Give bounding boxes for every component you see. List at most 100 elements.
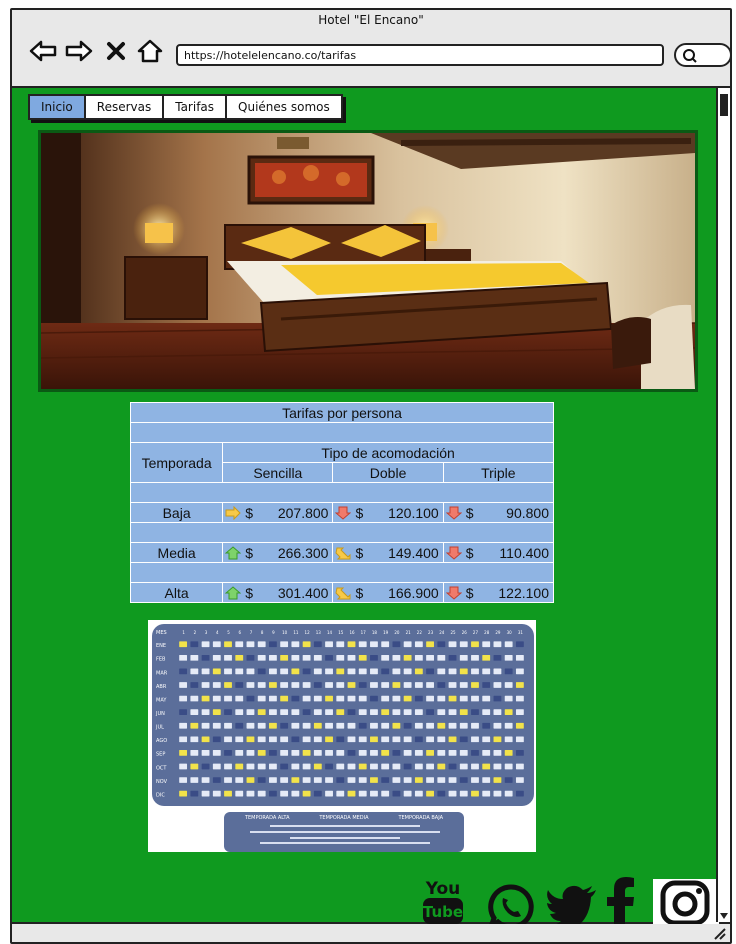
browser-toolbar: https://hotelelencano.co/tarifas xyxy=(12,36,732,72)
calendar-day-cell xyxy=(515,682,524,688)
search-field[interactable] xyxy=(674,43,732,67)
calendar-day-number: 28 xyxy=(484,630,490,635)
calendar-day-cell xyxy=(224,654,232,661)
home-icon[interactable] xyxy=(136,38,164,64)
tab-quienes-somos[interactable]: Quiénes somos xyxy=(227,96,341,118)
calendar-day-cell xyxy=(190,736,199,743)
calendar-day-cell xyxy=(325,722,333,729)
calendar-day-cell xyxy=(403,790,412,797)
calendar-day-cell xyxy=(212,654,221,661)
calendar-day-cell xyxy=(426,682,434,688)
col-temporada: Temporada xyxy=(129,442,224,483)
calendar-day-number: 19 xyxy=(383,630,389,635)
vertical-scrollbar[interactable] xyxy=(716,88,730,922)
currency: $ xyxy=(245,544,253,561)
calendar-day-cell xyxy=(347,668,356,675)
calendar-day-cell xyxy=(246,682,255,688)
calendar-day-cell xyxy=(426,695,434,702)
calendar-day-cell xyxy=(179,682,188,688)
calendar-day-cell xyxy=(179,709,188,715)
calendar-day-cell xyxy=(504,695,513,702)
scroll-thumb[interactable] xyxy=(720,94,728,116)
calendar-day-cell xyxy=(504,750,513,756)
diagonal-arrow-icon xyxy=(335,587,351,599)
calendar-day-cell xyxy=(381,695,390,702)
calendar-day-cell xyxy=(392,668,401,675)
calendar-day-cell xyxy=(370,790,378,797)
tab-tarifas[interactable]: Tarifas xyxy=(164,96,228,118)
calendar-day-cell xyxy=(403,695,412,702)
calendar-day-cell xyxy=(201,722,210,729)
calendar-day-cell xyxy=(190,790,199,797)
calendar-day-cell xyxy=(482,654,491,661)
price-cell: $166.900 xyxy=(332,582,444,603)
tab-inicio[interactable]: Inicio xyxy=(30,96,86,118)
calendar-day-cell xyxy=(358,695,367,702)
url-input[interactable]: https://hotelelencano.co/tarifas xyxy=(176,44,664,66)
calendar-day-number: 26 xyxy=(462,630,468,635)
scroll-down-icon[interactable] xyxy=(719,912,729,920)
calendar-day-number: 23 xyxy=(428,630,434,635)
stop-x-icon[interactable] xyxy=(104,38,128,64)
calendar-day-cell xyxy=(280,682,289,688)
calendar-day-cell xyxy=(504,709,513,715)
calendar-day-cell xyxy=(302,641,311,648)
price-cell: $266.300 xyxy=(222,542,334,563)
forward-arrow-icon[interactable] xyxy=(64,38,94,64)
calendar-day-cell xyxy=(201,763,210,770)
resize-grip-icon[interactable] xyxy=(712,926,726,940)
calendar-month-label: NOV xyxy=(156,779,168,785)
calendar-day-number: 27 xyxy=(473,630,479,635)
calendar-day-cell xyxy=(459,668,468,675)
calendar-day-cell xyxy=(302,682,311,688)
calendar-day-cell xyxy=(370,722,378,729)
calendar-day-cell xyxy=(515,668,524,675)
calendar-day-cell xyxy=(471,777,479,783)
calendar-day-cell xyxy=(190,641,199,648)
calendar-day-cell xyxy=(235,763,244,770)
currency: $ xyxy=(465,504,474,521)
calendar-day-cell xyxy=(448,654,457,661)
calendar-day-cell xyxy=(347,641,356,648)
calendar-day-cell xyxy=(426,654,434,661)
calendar-day-cell xyxy=(212,641,221,648)
tab-reservas[interactable]: Reservas xyxy=(85,96,165,118)
calendar-day-number: 8 xyxy=(261,630,264,635)
calendar-grid: MES 1 2 3 4 5 6 7 8 9 10 11 12 13 14 15 16 17 18 19 20 21 22 23… xyxy=(152,624,534,806)
calendar-day-cell xyxy=(179,763,188,770)
calendar-day-cell xyxy=(426,722,434,729)
calendar-day-number: 10 xyxy=(282,630,288,635)
calendar-day-cell xyxy=(325,668,333,675)
calendar-day-cell xyxy=(179,750,188,756)
youtube-icon[interactable]: You Tube xyxy=(420,876,466,930)
calendar-header: MES xyxy=(156,630,167,636)
calendar-day-cell xyxy=(403,682,412,688)
calendar-day-number: 16 xyxy=(349,630,355,635)
calendar-day-cell xyxy=(493,750,502,756)
calendar-day-cell xyxy=(392,654,401,661)
calendar-day-cell xyxy=(291,750,300,756)
calendar-day-cell xyxy=(269,722,277,729)
calendar-day-cell xyxy=(235,790,244,797)
calendar-day-cell xyxy=(437,668,446,675)
calendar-day-cell xyxy=(336,736,345,743)
calendar-day-cell xyxy=(336,750,345,756)
calendar-day-cell xyxy=(370,709,378,715)
price-cell: $122.100 xyxy=(442,582,555,603)
price-cell: $110.400 xyxy=(442,542,555,563)
back-arrow-icon[interactable] xyxy=(28,38,58,64)
calendar-day-cell xyxy=(403,668,412,675)
calendar-day-cell xyxy=(325,763,333,770)
calendar-day-cell xyxy=(291,654,300,661)
calendar-day-cell xyxy=(448,722,457,729)
calendar-day-cell xyxy=(212,722,221,729)
calendar-day-cell xyxy=(235,736,244,743)
calendar-day-cell xyxy=(482,722,491,729)
calendar-day-cell xyxy=(325,682,333,688)
calendar-day-cell xyxy=(392,722,401,729)
calendar-day-cell xyxy=(224,682,232,688)
calendar-day-number: 29 xyxy=(495,630,501,635)
calendar-day-cell xyxy=(403,654,412,661)
calendar-day-cell xyxy=(313,654,322,661)
calendar-day-cell xyxy=(179,668,188,675)
